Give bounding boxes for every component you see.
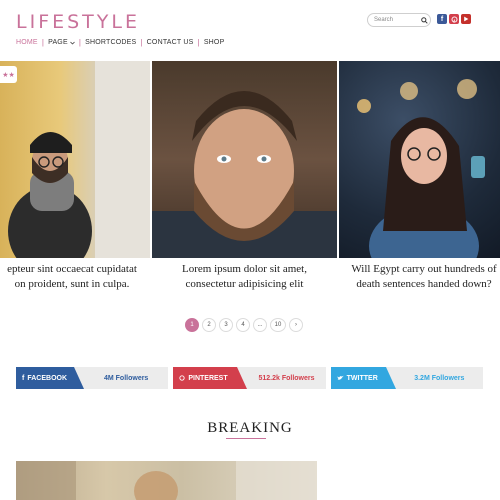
caption-line: death sentences handed down? [356, 278, 492, 290]
pinterest-label: PINTEREST [173, 367, 248, 389]
page-ellipsis: ... [253, 318, 267, 332]
featured-slider: ★★ [0, 61, 500, 258]
pagination: 1 2 3 4 ... 10 › [185, 318, 303, 332]
facebook-icon[interactable]: f [437, 14, 447, 24]
featured-badge: ★★ [0, 66, 17, 83]
header-social-links: f [437, 14, 471, 24]
nav-item-label: PAGE [48, 39, 68, 46]
caption-line: Lorem ipsum dolor sit amet, [182, 263, 307, 275]
facebook-counter[interactable]: f FACEBOOK 4M Followers [16, 367, 169, 389]
network-name: TWITTER [346, 374, 378, 382]
breaking-post-image[interactable] [16, 461, 317, 500]
caption-line: Will Egypt carry out hundreds of [351, 263, 497, 275]
search-icon[interactable] [418, 14, 430, 26]
follower-count: 3.2M Followers [414, 374, 465, 382]
network-name: PINTEREST [188, 374, 228, 382]
caption-line: on proident, sunt in culpa. [14, 278, 130, 290]
page-button-1[interactable]: 1 [185, 318, 199, 332]
network-name: FACEBOOK [27, 374, 68, 382]
chevron-down-icon [70, 41, 75, 45]
section-title-underline [226, 438, 266, 439]
nav-item-shortcodes[interactable]: SHORTCODES [81, 39, 140, 46]
nav-item-page[interactable]: PAGE [44, 39, 79, 46]
twitter-icon [337, 375, 344, 380]
nav-item-contact[interactable]: CONTACT US [143, 39, 198, 46]
slide-image-3[interactable] [339, 61, 500, 258]
caption-line: consectetur adipisicing elit [185, 278, 304, 290]
slide-caption-2[interactable]: Lorem ipsum dolor sit amet, consectetur … [152, 262, 337, 292]
slide-caption-3[interactable]: Will Egypt carry out hundreds of death s… [339, 262, 500, 292]
nav-item-home[interactable]: HOME [16, 39, 42, 46]
next-page-button[interactable]: › [289, 318, 303, 332]
section-title: BREAKING [207, 420, 293, 436]
search-input[interactable]: Search [368, 17, 418, 23]
youtube-icon[interactable] [461, 14, 471, 24]
slide-caption-1[interactable]: epteur sint occaecat cupidatat on proide… [0, 262, 152, 292]
facebook-icon: f [22, 374, 25, 382]
facebook-label: f FACEBOOK [16, 367, 84, 389]
slide-image-2[interactable] [152, 61, 337, 258]
page-button-10[interactable]: 10 [270, 318, 286, 332]
social-counters: f FACEBOOK 4M Followers PINTEREST 512.2k… [16, 367, 483, 389]
nav-item-shop[interactable]: SHOP [200, 39, 229, 46]
site-logo[interactable]: LIFESTYLE [16, 11, 140, 33]
pinterest-icon [179, 375, 185, 381]
follower-count: 512.2k Followers [258, 374, 315, 382]
twitter-counter[interactable]: TWITTER 3.2M Followers [330, 367, 483, 389]
main-nav: HOME | PAGE | SHORTCODES | CONTACT US | … [16, 38, 228, 47]
slide-image-1[interactable]: ★★ [0, 61, 150, 258]
pinterest-counter[interactable]: PINTEREST 512.2k Followers [173, 367, 326, 389]
search-box[interactable]: Search [367, 13, 431, 27]
follower-count: 4M Followers [103, 374, 149, 382]
page-button-2[interactable]: 2 [202, 318, 216, 332]
pinterest-icon[interactable] [449, 14, 459, 24]
page-button-3[interactable]: 3 [219, 318, 233, 332]
twitter-label: TWITTER [330, 367, 396, 389]
caption-line: epteur sint occaecat cupidatat [7, 263, 137, 275]
page-button-4[interactable]: 4 [236, 318, 250, 332]
